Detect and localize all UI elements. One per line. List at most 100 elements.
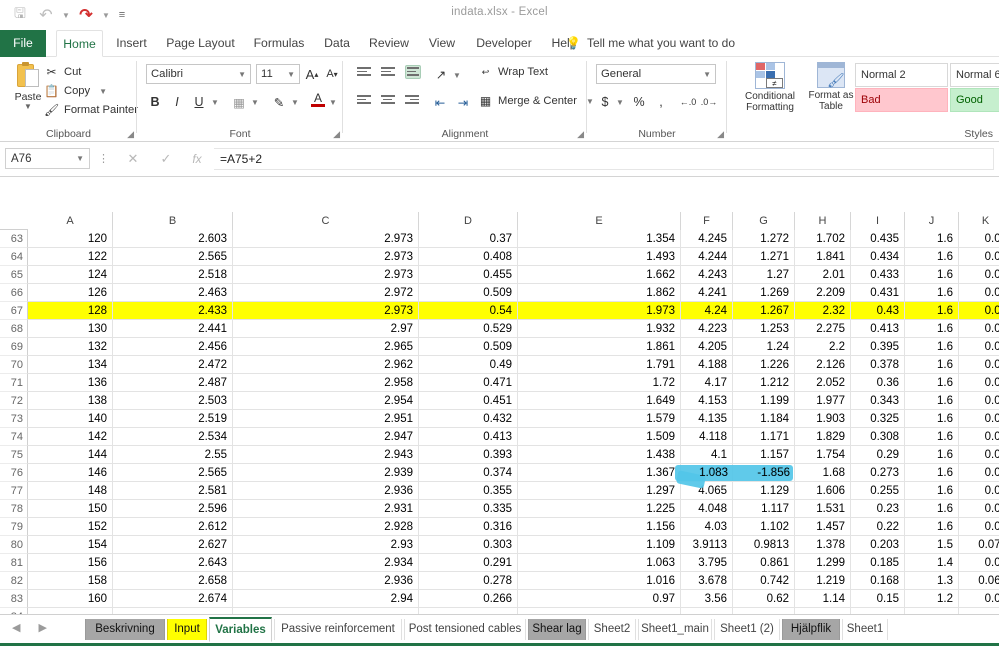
row-header-65[interactable]: 65 <box>0 266 28 284</box>
cell-I73[interactable]: 0.325 <box>851 410 905 428</box>
cell-K83[interactable]: 0.06 <box>959 590 999 608</box>
cell-G70[interactable]: 1.226 <box>733 356 795 374</box>
cell-E74[interactable]: 1.509 <box>518 428 681 446</box>
ribbon-tab-insert[interactable]: Insert <box>109 30 154 57</box>
ribbon-tab-view[interactable]: View <box>421 30 463 57</box>
cell-E79[interactable]: 1.156 <box>518 518 681 536</box>
cell-E77[interactable]: 1.297 <box>518 482 681 500</box>
cell-K68[interactable]: 0.08 <box>959 320 999 338</box>
cell-B69[interactable]: 2.456 <box>113 338 233 356</box>
cell-D69[interactable]: 0.509 <box>419 338 518 356</box>
cell-D82[interactable]: 0.278 <box>419 572 518 590</box>
cell-K82[interactable]: 0.065 <box>959 572 999 590</box>
copy-button[interactable]: 📋 Copy ▼ <box>44 84 107 98</box>
cell-I78[interactable]: 0.23 <box>851 500 905 518</box>
cell-J80[interactable]: 1.5 <box>905 536 959 554</box>
cell-G75[interactable]: 1.157 <box>733 446 795 464</box>
cell-J81[interactable]: 1.4 <box>905 554 959 572</box>
cell-E76[interactable]: 1.367 <box>518 464 681 482</box>
cell-H78[interactable]: 1.531 <box>795 500 851 518</box>
cell-I65[interactable]: 0.433 <box>851 266 905 284</box>
cell-J74[interactable]: 1.6 <box>905 428 959 446</box>
cell-C81[interactable]: 2.934 <box>233 554 419 572</box>
cell-G64[interactable]: 1.271 <box>733 248 795 266</box>
row-header-69[interactable]: 69 <box>0 338 28 356</box>
style-good[interactable]: Good <box>950 88 999 112</box>
cell-H76[interactable]: 1.68 <box>795 464 851 482</box>
cell-F83[interactable]: 3.56 <box>681 590 733 608</box>
cell-G72[interactable]: 1.199 <box>733 392 795 410</box>
cell-K76[interactable]: 0.08 <box>959 464 999 482</box>
cell-B77[interactable]: 2.581 <box>113 482 233 500</box>
cell-C65[interactable]: 2.973 <box>233 266 419 284</box>
cell-D78[interactable]: 0.335 <box>419 500 518 518</box>
increase-decimal-icon[interactable]: ←.0 <box>679 92 697 112</box>
cell-G65[interactable]: 1.27 <box>733 266 795 284</box>
cell-D71[interactable]: 0.471 <box>419 374 518 392</box>
cell-F65[interactable]: 4.243 <box>681 266 733 284</box>
clipboard-dialog-launcher[interactable]: ◢ <box>127 129 134 140</box>
cell-A72[interactable]: 138 <box>28 392 113 410</box>
row-header-74[interactable]: 74 <box>0 428 28 446</box>
cell-I72[interactable]: 0.343 <box>851 392 905 410</box>
cell-F72[interactable]: 4.153 <box>681 392 733 410</box>
cell-D73[interactable]: 0.432 <box>419 410 518 428</box>
cell-A71[interactable]: 136 <box>28 374 113 392</box>
cell-F79[interactable]: 4.03 <box>681 518 733 536</box>
insert-function-icon[interactable]: fx <box>186 149 208 169</box>
sheet-tab-input[interactable]: Input <box>167 619 207 640</box>
cell-C64[interactable]: 2.973 <box>233 248 419 266</box>
cell-A76[interactable]: 146 <box>28 464 113 482</box>
text-orientation-icon[interactable]: ↗ <box>431 65 451 83</box>
cell-D76[interactable]: 0.374 <box>419 464 518 482</box>
cell-B72[interactable]: 2.503 <box>113 392 233 410</box>
cell-K80[interactable]: 0.075 <box>959 536 999 554</box>
column-header-A[interactable]: A <box>28 212 113 230</box>
cell-K71[interactable]: 0.08 <box>959 374 999 392</box>
cell-J73[interactable]: 1.6 <box>905 410 959 428</box>
row-header-75[interactable]: 75 <box>0 446 28 464</box>
cell-G78[interactable]: 1.117 <box>733 500 795 518</box>
cell-I66[interactable]: 0.431 <box>851 284 905 302</box>
align-middle-icon[interactable] <box>381 67 397 81</box>
cell-D70[interactable]: 0.49 <box>419 356 518 374</box>
cell-K72[interactable]: 0.08 <box>959 392 999 410</box>
cell-H77[interactable]: 1.606 <box>795 482 851 500</box>
cell-K74[interactable]: 0.08 <box>959 428 999 446</box>
cell-B67[interactable]: 2.433 <box>113 302 233 320</box>
cell-K75[interactable]: 0.08 <box>959 446 999 464</box>
sheet-tab-variables[interactable]: Variables <box>209 617 272 642</box>
row-header-71[interactable]: 71 <box>0 374 28 392</box>
cell-B79[interactable]: 2.612 <box>113 518 233 536</box>
cell-I70[interactable]: 0.378 <box>851 356 905 374</box>
cancel-icon[interactable]: ✕ <box>122 149 144 169</box>
cell-B70[interactable]: 2.472 <box>113 356 233 374</box>
cell-G80[interactable]: 0.9813 <box>733 536 795 554</box>
cell-E66[interactable]: 1.862 <box>518 284 681 302</box>
cell-C75[interactable]: 2.943 <box>233 446 419 464</box>
cell-F76-text[interactable]: 1.083 <box>681 464 733 482</box>
sheet-tab-sheet2[interactable]: Sheet2 <box>588 619 636 640</box>
cell-J67[interactable]: 1.6 <box>905 302 959 320</box>
cell-F70[interactable]: 4.188 <box>681 356 733 374</box>
underline-chevron-down-icon[interactable]: ▼ <box>211 98 219 107</box>
cell-H70[interactable]: 2.126 <box>795 356 851 374</box>
cell-H81[interactable]: 1.299 <box>795 554 851 572</box>
font-color-chevron-down-icon[interactable]: ▼ <box>329 98 337 107</box>
cell-H73[interactable]: 1.903 <box>795 410 851 428</box>
cell-D65[interactable]: 0.455 <box>419 266 518 284</box>
cell-I81[interactable]: 0.185 <box>851 554 905 572</box>
cell-B65[interactable]: 2.518 <box>113 266 233 284</box>
align-bottom-icon[interactable] <box>405 65 421 79</box>
cell-I76[interactable]: 0.273 <box>851 464 905 482</box>
cell-K79[interactable]: 0.08 <box>959 518 999 536</box>
cell-A66[interactable]: 126 <box>28 284 113 302</box>
row-header-82[interactable]: 82 <box>0 572 28 590</box>
column-header-B[interactable]: B <box>113 212 233 230</box>
cell-H75[interactable]: 1.754 <box>795 446 851 464</box>
underline-button[interactable]: U <box>190 92 208 112</box>
cell-J66[interactable]: 1.6 <box>905 284 959 302</box>
sheet-tab-hj-lpflik[interactable]: Hjälpflik <box>782 619 840 640</box>
cell-I67[interactable]: 0.43 <box>851 302 905 320</box>
cell-A80[interactable]: 154 <box>28 536 113 554</box>
